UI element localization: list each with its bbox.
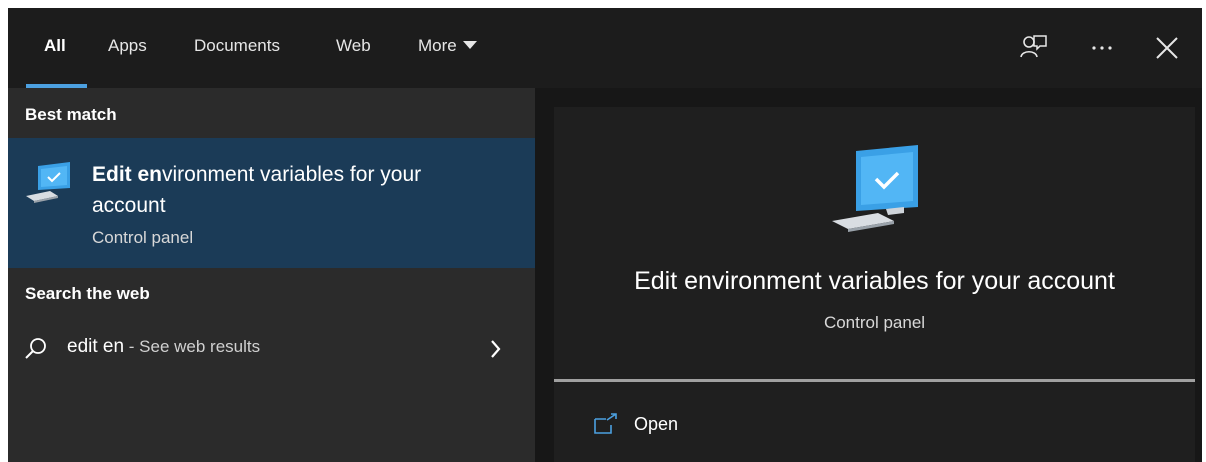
monitor-icon (24, 158, 74, 208)
best-match-result[interactable]: Edit environment variables for your acco… (8, 138, 535, 268)
best-match-heading: Best match (25, 105, 117, 124)
web-result-suffix: - See web results (124, 337, 261, 356)
best-match-title-highlight: Edit en (92, 163, 163, 186)
search-header: All Apps Documents Web More (8, 8, 1202, 88)
tab-apps[interactable]: Apps (108, 36, 147, 56)
web-result-text: edit en - See web results (67, 336, 260, 358)
caret-down-icon (462, 41, 477, 49)
tab-web[interactable]: Web (336, 36, 371, 56)
detail-pane: Edit environment variables for your acco… (554, 107, 1195, 462)
open-action-label: Open (634, 414, 679, 434)
detail-title: Edit environment variables for your acco… (634, 267, 1115, 295)
search-window: All Apps Documents Web More Best match E… (8, 8, 1202, 462)
open-action[interactable]: Open (584, 409, 784, 441)
search-web-heading: Search the web (25, 284, 150, 303)
tab-more[interactable]: More (418, 36, 477, 56)
detail-divider (554, 379, 1195, 382)
web-query: edit en (67, 336, 125, 357)
open-icon (592, 411, 620, 437)
web-search-result[interactable]: edit en - See web results (8, 326, 535, 370)
search-icon (23, 336, 49, 362)
monitor-large-icon (826, 143, 926, 233)
feedback-icon[interactable] (1016, 30, 1050, 64)
detail-subtitle: Control panel (823, 313, 926, 332)
best-match-title: Edit environment variables for your acco… (92, 159, 432, 221)
more-options-icon[interactable] (1086, 30, 1120, 64)
results-pane: Best match Edit environment variables fo… (8, 88, 535, 462)
close-icon[interactable] (1150, 30, 1184, 64)
tab-documents[interactable]: Documents (194, 36, 280, 56)
tab-all[interactable]: All (44, 36, 66, 56)
chevron-right-icon[interactable] (486, 336, 506, 362)
best-match-subtitle: Control panel (92, 228, 194, 247)
tab-more-label: More (418, 36, 457, 55)
